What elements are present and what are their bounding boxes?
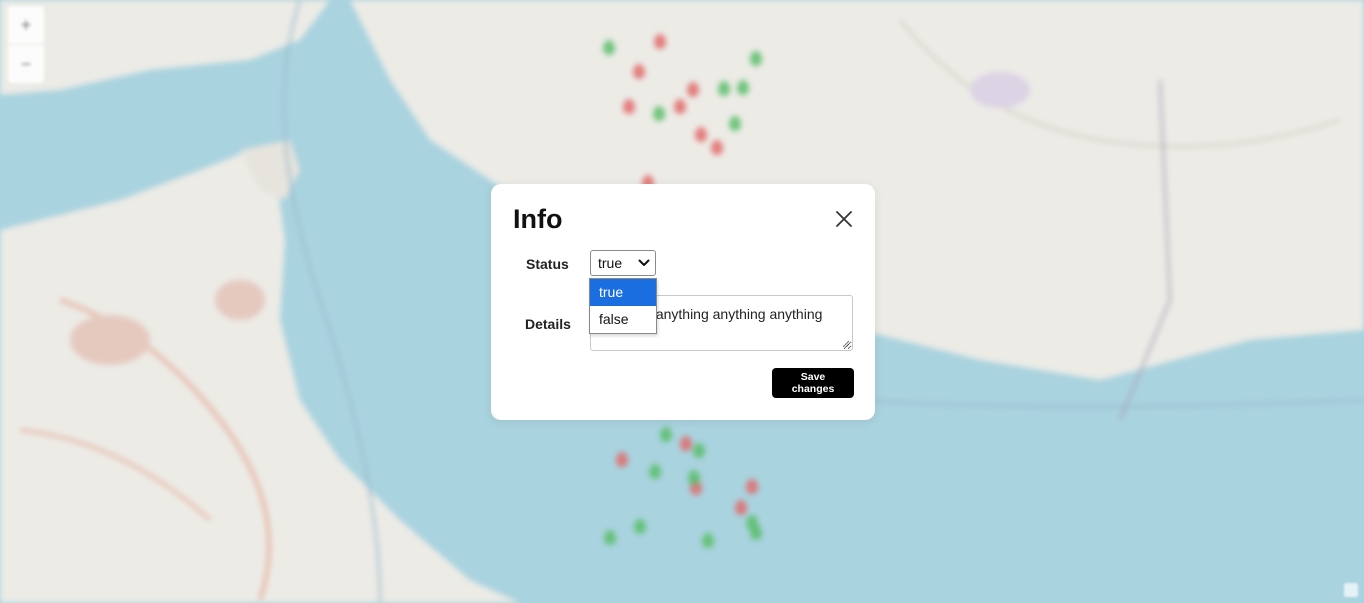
save-changes-button[interactable]: Save changes xyxy=(772,368,854,398)
chevron-down-icon xyxy=(638,259,650,266)
map-marker[interactable] xyxy=(616,452,628,467)
map-marker[interactable] xyxy=(746,479,758,494)
map-marker[interactable] xyxy=(711,140,723,155)
map-marker[interactable] xyxy=(735,500,747,515)
map-marker[interactable] xyxy=(603,40,615,55)
modal-title: Info xyxy=(513,204,563,234)
status-label: Status xyxy=(526,256,569,272)
map-marker[interactable] xyxy=(649,464,661,479)
map-marker[interactable] xyxy=(687,82,699,97)
map-marker[interactable] xyxy=(633,64,645,79)
map-marker[interactable] xyxy=(604,530,616,545)
map-marker[interactable] xyxy=(680,436,692,451)
map-marker[interactable] xyxy=(623,99,635,114)
map-marker[interactable] xyxy=(729,116,741,131)
map-marker[interactable] xyxy=(718,81,730,96)
close-icon xyxy=(836,211,852,227)
map-marker[interactable] xyxy=(702,533,714,548)
resize-grip-icon[interactable] xyxy=(842,340,850,348)
map-marker[interactable] xyxy=(695,127,707,142)
close-button[interactable] xyxy=(834,209,854,229)
attribution-icon[interactable] xyxy=(1344,583,1358,597)
zoom-in-button[interactable]: + xyxy=(8,6,44,44)
map-marker[interactable] xyxy=(688,470,700,485)
status-options-list: true false xyxy=(589,278,657,334)
status-option-true[interactable]: true xyxy=(590,279,656,306)
status-option-false[interactable]: false xyxy=(590,306,656,333)
zoom-control: + − xyxy=(8,6,44,83)
map-marker[interactable] xyxy=(674,99,686,114)
info-modal: Info Status true Details anything anythi… xyxy=(491,184,875,420)
map-marker[interactable] xyxy=(653,106,665,121)
details-label: Details xyxy=(525,316,571,332)
zoom-out-button[interactable]: − xyxy=(8,44,44,83)
map-marker[interactable] xyxy=(737,80,749,95)
status-select[interactable]: true xyxy=(590,250,656,276)
map-marker[interactable] xyxy=(654,34,666,49)
map-marker[interactable] xyxy=(750,525,762,540)
map-marker[interactable] xyxy=(693,443,705,458)
status-select-value: true xyxy=(598,255,623,271)
map-marker[interactable] xyxy=(660,427,672,442)
map-marker[interactable] xyxy=(750,51,762,66)
map-marker[interactable] xyxy=(634,519,646,534)
